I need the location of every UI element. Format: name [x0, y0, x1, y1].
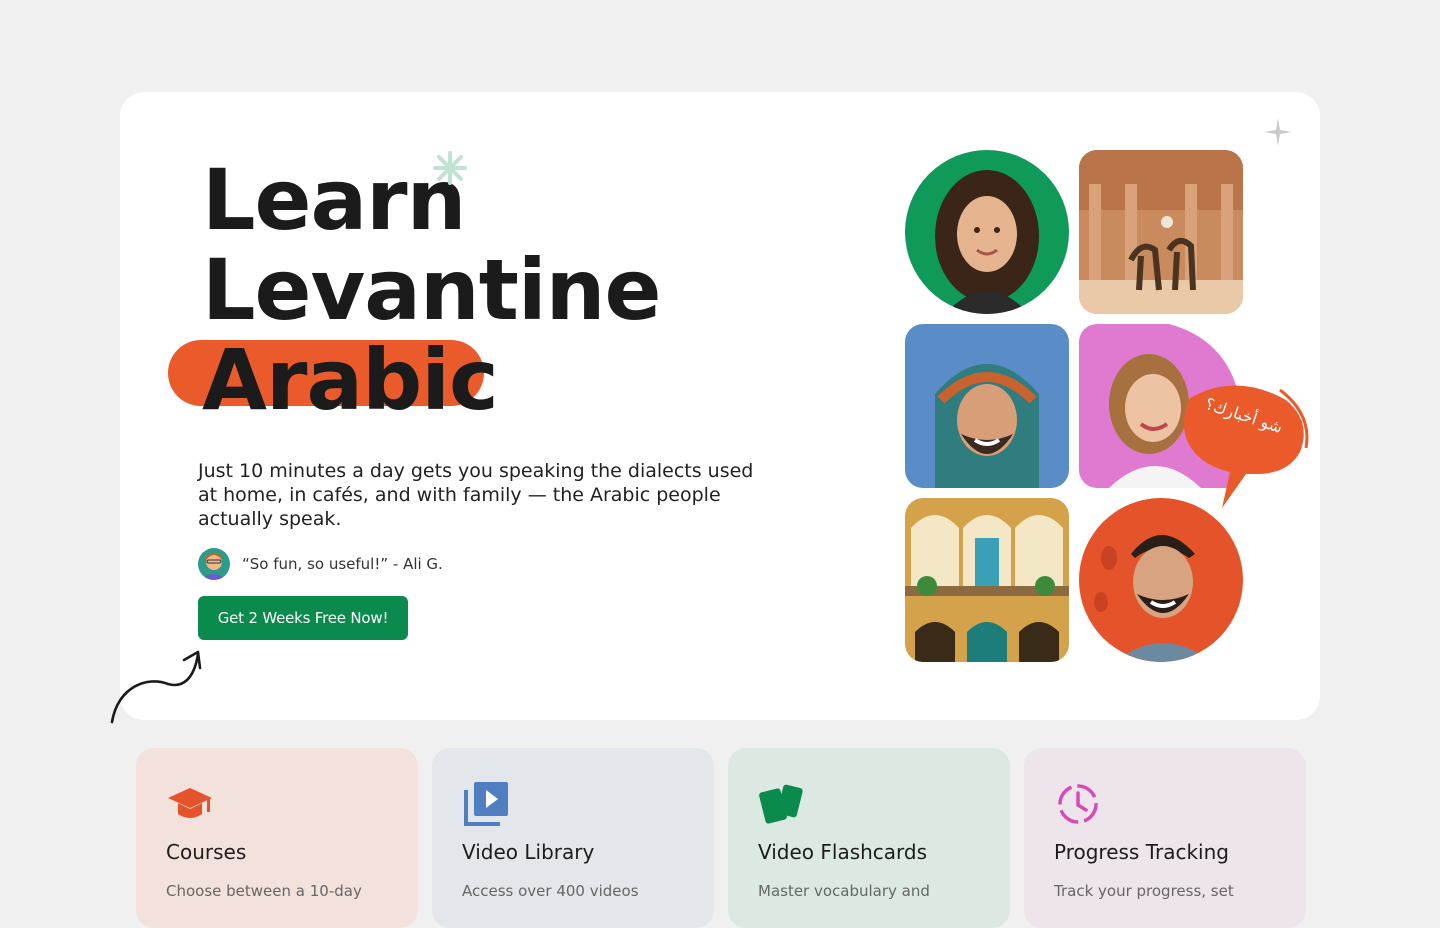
corner-sparkle-icon — [1264, 118, 1292, 146]
photo-arched-building — [905, 498, 1069, 662]
hero-title-line-1: Learn — [202, 151, 466, 249]
flashcards-icon — [759, 784, 803, 824]
hero-title-line-2: Levantine — [202, 241, 661, 339]
photo-man-blue-bg — [905, 324, 1069, 488]
feature-description: Choose between a 10-day — [166, 882, 362, 900]
free-trial-button[interactable]: Get 2 Weeks Free Now! — [198, 596, 408, 640]
speech-bubble-icon — [1183, 385, 1309, 508]
reviewer-avatar — [198, 548, 230, 580]
progress-clock-icon — [1058, 784, 1098, 824]
feature-card-progress-tracking[interactable]: Progress Tracking Track your progress, s… — [1024, 748, 1306, 928]
feature-description: Master vocabulary and — [758, 882, 930, 900]
feature-title: Video Library — [462, 840, 595, 864]
feature-card-courses[interactable]: Courses Choose between a 10-day — [136, 748, 418, 928]
photo-man-orange-bg — [1079, 498, 1243, 662]
feature-card-video-flashcards[interactable]: Video Flashcards Master vocabulary and — [728, 748, 1010, 928]
hero-title-line-3: Arabic — [202, 331, 499, 429]
feature-description: Track your progress, set — [1054, 882, 1234, 900]
feature-description: Access over 400 videos — [462, 882, 639, 900]
video-library-icon — [464, 782, 508, 826]
photo-woman-green-bg — [905, 150, 1069, 314]
feature-card-video-library[interactable]: Video Library Access over 400 videos — [432, 748, 714, 928]
feature-title: Courses — [166, 840, 247, 864]
photo-petra-camels — [1079, 150, 1243, 314]
graduation-cap-icon — [168, 788, 212, 818]
testimonial-quote: “So fun, so useful!” - Ali G. — [242, 555, 443, 573]
feature-title: Progress Tracking — [1054, 840, 1229, 864]
hand-drawn-arrow-icon — [110, 650, 202, 724]
hero-subtitle: Just 10 minutes a day gets you speaking … — [198, 460, 754, 530]
feature-title: Video Flashcards — [758, 840, 928, 864]
sparkle-icon — [433, 151, 467, 185]
testimonial: “So fun, so useful!” - Ali G. — [198, 548, 443, 580]
